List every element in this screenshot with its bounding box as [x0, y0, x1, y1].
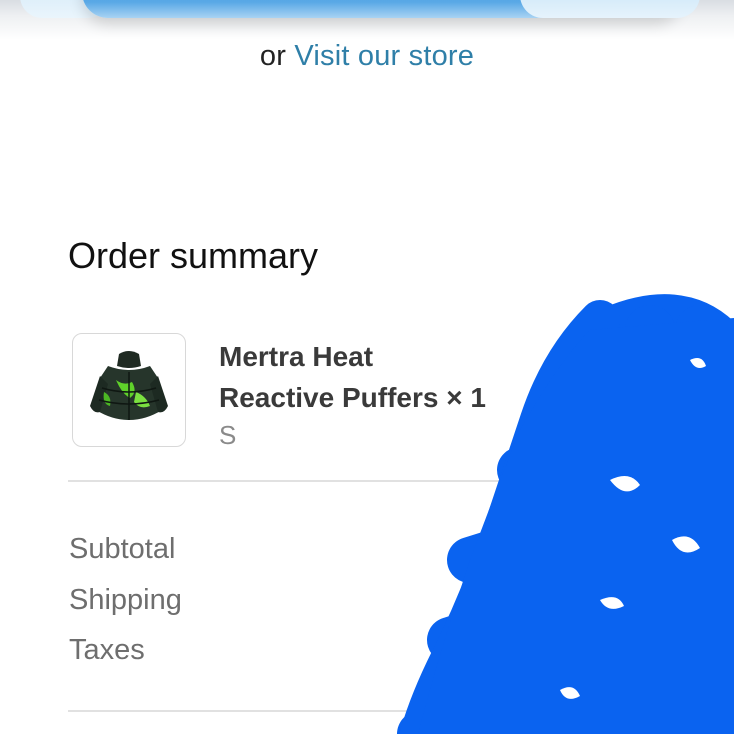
- summary-divider: [68, 480, 734, 482]
- product-thumbnail: [72, 333, 186, 447]
- product-name: Mertra Heat Reactive Puffers × 1: [219, 336, 519, 418]
- taxes-label: Taxes: [69, 634, 145, 666]
- subtotal-label: Subtotal: [69, 533, 176, 565]
- store-prefix: or: [259, 40, 287, 72]
- shipping-label: Shipping: [69, 584, 182, 616]
- product-variant: S: [219, 420, 237, 450]
- visit-store-link[interactable]: Visit our store: [294, 40, 474, 72]
- order-summary-title: Order summary: [68, 235, 319, 276]
- product-name-line2: Reactive Puffers × 1: [219, 382, 486, 413]
- puffer-jacket-icon: [90, 351, 168, 420]
- totals-divider: [68, 710, 734, 712]
- visit-store-line: or Visit our store: [0, 40, 734, 73]
- product-name-line1: Mertra Heat: [219, 341, 374, 372]
- checkout-page: or Visit our store Order summary Mertra …: [0, 0, 734, 734]
- express-pay-button-right[interactable]: [520, 0, 700, 18]
